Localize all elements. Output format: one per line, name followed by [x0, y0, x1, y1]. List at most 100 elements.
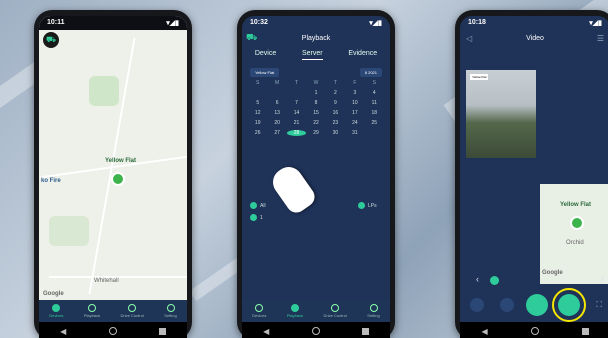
calendar-day[interactable]: 11	[365, 100, 384, 106]
calendar-day[interactable]: 5	[248, 100, 267, 106]
tab-evidence[interactable]: Evidence	[348, 50, 377, 60]
tab-playback[interactable]: Playback	[287, 304, 303, 318]
car-icon[interactable]: ⛟	[43, 32, 59, 48]
phone-playback: 10:32 ▾◢▮ ⛟ Playback Device Server Evide…	[237, 10, 395, 338]
back-icon[interactable]: ◀	[263, 327, 269, 336]
bottom-tabbar: Devices Playback Drive Control Setting	[39, 300, 187, 322]
home-icon[interactable]	[311, 327, 320, 335]
calendar-day: F	[353, 80, 357, 86]
tab-label: Playback	[83, 313, 101, 318]
calendar-day[interactable]: 1	[306, 90, 325, 96]
google-logo: Google	[43, 291, 64, 297]
drive-icon	[128, 304, 137, 312]
next-icon[interactable]: ›	[601, 274, 604, 284]
gear-icon	[166, 304, 175, 312]
tab-server[interactable]: Server	[301, 50, 323, 60]
tab-setting[interactable]: Setting	[164, 304, 177, 318]
video-tag: Yellow Flat	[470, 74, 489, 80]
calendar-day[interactable]: 13	[267, 110, 286, 116]
progress-knob[interactable]	[490, 276, 499, 285]
tab-devices[interactable]: Devices	[49, 304, 63, 318]
recents-icon[interactable]	[158, 327, 166, 335]
home-icon[interactable]	[108, 327, 117, 335]
status-bar: 10:18 ▾◢▮	[460, 16, 608, 30]
status-icons: ▾◢▮	[166, 20, 179, 27]
back-icon[interactable]: ◀	[481, 327, 487, 336]
calendar-day[interactable]: 30	[326, 130, 345, 136]
playback-screen: 10:32 ▾◢▮ ⛟ Playback Device Server Evide…	[242, 16, 390, 338]
calendar-day[interactable]: 22	[306, 120, 325, 126]
tab-device[interactable]: Device	[255, 50, 276, 60]
map-label: Orchid	[566, 240, 584, 246]
screen-icon[interactable]	[526, 294, 548, 316]
fullscreen-icon[interactable]: ⛶	[596, 300, 602, 310]
home-icon[interactable]	[530, 327, 539, 335]
calendar-day[interactable]: 23	[326, 120, 345, 126]
calendar-day[interactable]: 9	[326, 100, 345, 106]
calendar-day[interactable]: 21	[287, 120, 306, 126]
recents-icon[interactable]	[361, 327, 369, 335]
tab-setting[interactable]: Setting	[367, 304, 380, 318]
tab-drive-control[interactable]: Drive Control	[121, 304, 144, 318]
map-label: Yellow Flat	[560, 202, 592, 208]
calendar-day[interactable]: 4	[365, 90, 384, 96]
share-icon[interactable]	[470, 298, 484, 312]
calendar-day[interactable]: 2	[326, 90, 345, 96]
calendar-day[interactable]: 12	[248, 110, 267, 116]
calendar-day[interactable]	[365, 130, 384, 136]
radio-one[interactable]	[250, 214, 257, 221]
video-preview[interactable]: Yellow Flat	[466, 70, 536, 158]
android-navbar: ◀	[39, 322, 187, 338]
pointing-hand-icon	[267, 161, 319, 217]
tab-drive-control[interactable]: Drive Control	[324, 304, 347, 318]
vehicle-picker[interactable]: Yellow Flat	[250, 68, 280, 77]
calendar-day[interactable]: 18	[365, 110, 384, 116]
calendar-day[interactable]: 7	[287, 100, 306, 106]
calendar-day[interactable]: 19	[248, 120, 267, 126]
calendar-day[interactable]: 29	[306, 130, 325, 136]
calendar-day[interactable]	[248, 90, 267, 96]
month-picker[interactable]: 8 2021	[359, 68, 382, 77]
bottom-tabbar: Devices Playback Drive Control Setting	[242, 300, 390, 322]
tab-label: Devices	[49, 313, 64, 318]
status-time: 10:32	[250, 19, 268, 26]
location-marker[interactable]	[111, 172, 125, 186]
calendar-day[interactable]: 31	[345, 130, 364, 136]
tab-label: Setting	[164, 313, 177, 318]
tab-label: Drive Control	[120, 313, 144, 318]
calendar-day[interactable]: 20	[267, 120, 286, 126]
calendar-day[interactable]: 25	[365, 120, 384, 126]
calendar-day[interactable]: 17	[345, 110, 364, 116]
back-icon[interactable]: ◀	[60, 327, 66, 336]
calendar-day[interactable]: 27	[267, 130, 286, 136]
tab-devices[interactable]: Devices	[252, 304, 266, 318]
calendar-day: T	[333, 80, 337, 86]
map-label: ko Fire	[41, 178, 61, 184]
map-preview[interactable]: Yellow Flat Orchid Google	[540, 184, 608, 284]
radio-lps[interactable]	[358, 202, 365, 209]
calendar-day: S	[372, 80, 376, 86]
map-label: Yellow Flat	[105, 158, 137, 164]
calendar-day[interactable]: 16	[326, 110, 345, 116]
calendar-day[interactable]: 28	[286, 130, 307, 136]
phone-video: 10:18 ▾◢▮ ◁ Video ☰ Yellow Flat Yellow F…	[455, 10, 608, 338]
calendar-day[interactable]: 6	[267, 100, 286, 106]
camera-icon[interactable]	[500, 298, 514, 312]
option-label: 1	[260, 215, 263, 221]
tab-label: Playback	[286, 313, 304, 318]
calendar-day[interactable]: 10	[345, 100, 364, 106]
calendar-day[interactable]	[287, 90, 306, 96]
calendar-day[interactable]: 15	[306, 110, 325, 116]
calendar-day[interactable]: 24	[345, 120, 364, 126]
calendar-day[interactable]: 14	[287, 110, 306, 116]
radio-all[interactable]	[250, 202, 257, 209]
menu-icon[interactable]: ☰	[597, 34, 604, 43]
status-time: 10:11	[47, 19, 65, 26]
calendar-day[interactable]	[267, 90, 286, 96]
calendar-day[interactable]: 8	[306, 100, 325, 106]
recents-icon[interactable]	[581, 327, 589, 335]
calendar-day[interactable]: 26	[248, 130, 267, 136]
tab-playback[interactable]: Playback	[84, 304, 100, 318]
calendar-day[interactable]: 3	[345, 90, 364, 96]
prev-icon[interactable]: ‹	[476, 274, 479, 284]
